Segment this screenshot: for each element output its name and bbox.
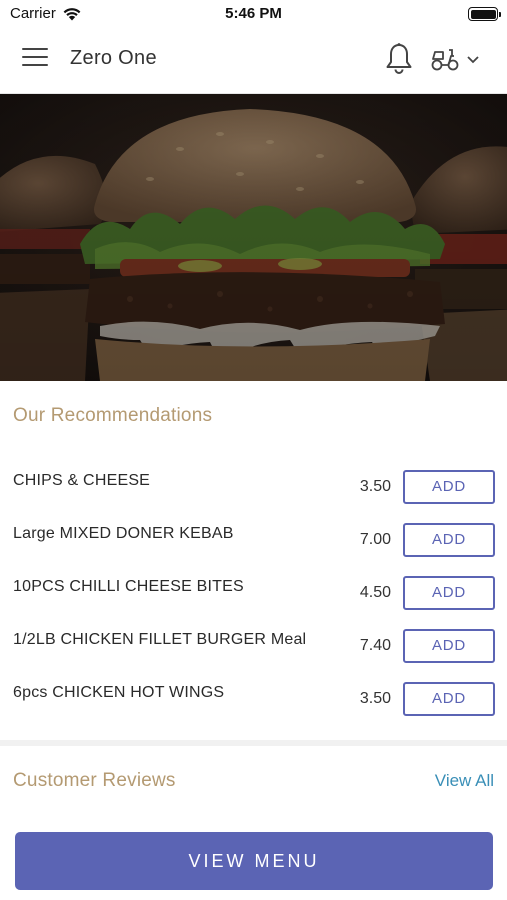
item-price: 4.50 <box>359 584 391 601</box>
item-name: CHIPS & CHEESE <box>13 472 151 489</box>
status-time: 5:46 PM <box>225 5 282 22</box>
add-button[interactable]: ADD <box>403 629 495 663</box>
item-name: 1/2LB CHICKEN FILLET BURGER Meal <box>13 631 307 648</box>
section-divider <box>0 740 507 746</box>
item-price: 3.50 <box>359 478 391 495</box>
recommendations-list: CHIPS & CHEESE 3.50 ADD Large MIXED DONE… <box>0 460 507 725</box>
item-price: 7.40 <box>359 637 391 654</box>
add-button[interactable]: ADD <box>403 523 495 557</box>
list-item: 6pcs CHICKEN HOT WINGS 3.50 ADD <box>0 672 507 725</box>
chevron-down-icon <box>467 56 479 64</box>
list-item: 1/2LB CHICKEN FILLET BURGER Meal 7.40 AD… <box>0 619 507 672</box>
view-menu-button[interactable]: VIEW MENU <box>15 832 493 890</box>
item-name: 6pcs CHICKEN HOT WINGS <box>13 684 225 701</box>
view-all-link[interactable]: View All <box>435 771 494 791</box>
item-price: 7.00 <box>359 531 391 548</box>
status-bar: Carrier 5:46 PM <box>0 0 507 28</box>
hero-image <box>0 94 507 381</box>
item-price: 3.50 <box>359 690 391 707</box>
bell-icon[interactable] <box>384 42 414 76</box>
add-button[interactable]: ADD <box>403 470 495 504</box>
list-item: Large MIXED DONER KEBAB 7.00 ADD <box>0 513 507 566</box>
add-button[interactable]: ADD <box>403 682 495 716</box>
delivery-mode-selector[interactable] <box>430 44 490 74</box>
page-title: Zero One <box>70 47 157 69</box>
add-button[interactable]: ADD <box>403 576 495 610</box>
scooter-delivery-icon <box>431 49 459 71</box>
item-name: 10PCS CHILLI CHEESE BITES <box>13 578 244 595</box>
reviews-title: Customer Reviews <box>13 770 176 791</box>
item-name: Large MIXED DONER KEBAB <box>13 525 234 542</box>
list-item: 10PCS CHILLI CHEESE BITES 4.50 ADD <box>0 566 507 619</box>
app-header: Zero One <box>0 28 507 94</box>
hamburger-menu-icon[interactable] <box>22 48 48 70</box>
recommendations-title: Our Recommendations <box>13 405 213 426</box>
list-item: CHIPS & CHEESE 3.50 ADD <box>0 460 507 513</box>
battery-icon <box>468 7 501 21</box>
